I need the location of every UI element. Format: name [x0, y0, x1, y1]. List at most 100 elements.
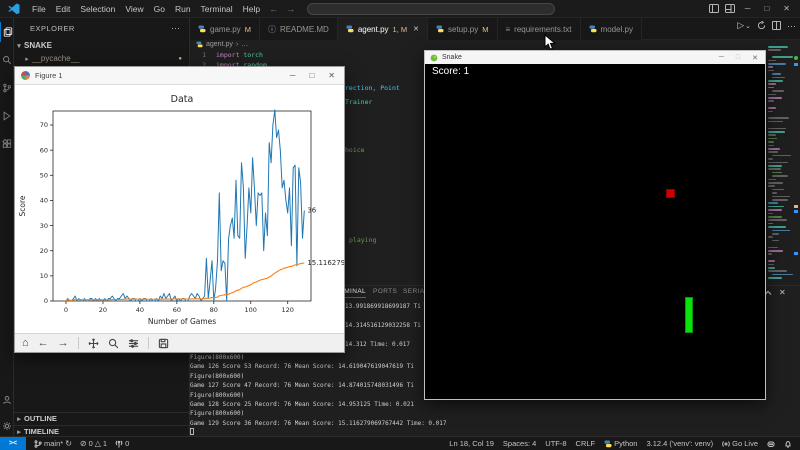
toggle-panel-icon[interactable]	[709, 4, 719, 13]
minimap-line	[768, 148, 780, 150]
back-icon[interactable]: ←	[38, 338, 49, 349]
ruler-mark-yellow	[794, 205, 798, 208]
menu-run[interactable]: Run	[170, 4, 196, 14]
nav-back-icon[interactable]: ←	[265, 4, 282, 14]
minimap-line	[768, 250, 783, 252]
more-actions-icon[interactable]: ···	[787, 21, 796, 31]
minimap-line	[768, 219, 787, 221]
window-minimize-button[interactable]: ─	[741, 4, 755, 13]
tab-agent-py[interactable]: agent.py 1, M ✕	[338, 18, 428, 40]
python-icon	[604, 440, 612, 448]
minimap-line	[768, 117, 789, 119]
window-maximize-button[interactable]: □	[760, 4, 773, 13]
command-center[interactable]	[307, 3, 555, 15]
sidebar-item-snake-root[interactable]: ▾ SNAKE	[14, 39, 190, 52]
snake-minimize-button[interactable]: ─	[719, 54, 724, 62]
figure-minimize-button[interactable]: ─	[290, 71, 296, 80]
tab-game-py[interactable]: game.py M	[190, 18, 260, 40]
tab-readme-md[interactable]: ⓘ README.MD	[260, 18, 338, 40]
snake-close-button[interactable]: ✕	[752, 54, 758, 62]
text-file-icon: ≡	[506, 25, 511, 34]
settings-gear-icon[interactable]	[0, 416, 14, 436]
nav-forward-icon[interactable]: →	[282, 4, 299, 14]
minimap-line	[772, 233, 779, 235]
indentation-item[interactable]: Spaces: 4	[503, 439, 536, 448]
eol-item[interactable]: CRLF	[576, 439, 596, 448]
source-control-icon[interactable]	[0, 78, 14, 98]
minimap-line	[772, 77, 785, 79]
ports-item[interactable]: 0	[115, 439, 129, 448]
chart-area: 020406080100120010203040506070DataNumber…	[15, 85, 344, 333]
svg-text:0: 0	[64, 306, 68, 314]
encoding-item[interactable]: UTF-8	[545, 439, 566, 448]
window-close-button[interactable]: ✕	[779, 4, 794, 13]
explorer-more-actions-icon[interactable]: ···	[171, 23, 180, 33]
menu-terminal[interactable]: Terminal	[196, 4, 238, 14]
interpreter-label: 3.12.4 ('venv': venv)	[646, 439, 713, 448]
interpreter-item[interactable]: 3.12.4 ('venv': venv)	[646, 439, 713, 448]
minimap[interactable]	[766, 44, 792, 282]
figure-titlebar[interactable]: Figure 1 ─ □ ✕	[15, 67, 344, 85]
cursor-position-item[interactable]: Ln 18, Col 19	[449, 439, 494, 448]
code-line-1: import torch	[216, 51, 263, 59]
explorer-icon[interactable]	[0, 22, 14, 42]
broadcast-icon	[722, 440, 730, 448]
forward-icon[interactable]: →	[58, 338, 69, 349]
menu-view[interactable]: View	[120, 4, 148, 14]
account-icon[interactable]	[0, 390, 14, 410]
menu-go[interactable]: Go	[149, 4, 170, 14]
copilot-icon[interactable]	[767, 440, 775, 448]
matplotlib-figure-window[interactable]: Figure 1 ─ □ ✕ 0204060801001200102030405…	[14, 66, 345, 353]
bell-icon[interactable]	[784, 440, 792, 448]
svg-text:40: 40	[136, 306, 144, 314]
snake-game-window[interactable]: Snake ─ □ ✕ Score: 1	[424, 50, 766, 400]
zoom-icon[interactable]	[108, 338, 119, 349]
split-editor-icon[interactable]	[772, 21, 781, 30]
menu-help[interactable]: Help	[238, 4, 265, 14]
close-icon[interactable]: ✕	[413, 25, 419, 33]
home-icon[interactable]: ⌂	[22, 338, 29, 349]
terminal-line: Figure(800x600)	[190, 373, 244, 380]
customize-layout-icon[interactable]	[725, 4, 735, 13]
extensions-icon[interactable]	[0, 134, 14, 154]
problems-item[interactable]: ⊘ 0 △ 1	[80, 439, 107, 448]
breadcrumb[interactable]: agent.py › …	[196, 41, 248, 48]
minimap-line	[772, 175, 788, 177]
titlebar: File Edit Selection View Go Run Terminal…	[0, 0, 800, 18]
minimap-line	[768, 182, 783, 184]
minimap-line	[768, 226, 786, 228]
snake-maximize-button[interactable]: □	[736, 54, 740, 62]
language-mode-item[interactable]: Python	[604, 439, 637, 448]
menu-edit[interactable]: Edit	[51, 4, 76, 14]
panel-close-icon[interactable]: ✕	[779, 288, 786, 297]
tab-model-py[interactable]: model.py	[581, 18, 642, 40]
minimap-line	[772, 172, 782, 174]
svg-text:15.11627906: 15.11627906	[307, 259, 344, 267]
run-debug-icon[interactable]	[0, 106, 14, 126]
remote-indicator-button[interactable]: ><	[0, 437, 26, 450]
subplots-config-icon[interactable]	[128, 338, 139, 349]
save-icon[interactable]	[158, 338, 169, 349]
search-icon[interactable]	[0, 50, 14, 70]
figure-close-button[interactable]: ✕	[328, 71, 335, 80]
minimap-line	[768, 97, 782, 99]
minimap-line	[768, 213, 773, 215]
tab-requirements-txt[interactable]: ≡ requirements.txt	[498, 18, 581, 40]
go-live-item[interactable]: Go Live	[722, 439, 758, 448]
git-branch-item[interactable]: main* ↻	[34, 439, 72, 448]
tab-label: agent.py	[358, 25, 389, 34]
tab-setup-py[interactable]: setup.py M	[428, 18, 498, 40]
minimap-line	[772, 196, 790, 198]
run-or-debug-icon[interactable]	[757, 21, 766, 30]
outline-section[interactable]: ▸ OUTLINE	[14, 412, 190, 424]
snake-titlebar[interactable]: Snake ─ □ ✕	[425, 51, 765, 64]
run-dropdown-icon[interactable]: ⌄	[745, 22, 751, 30]
run-python-file-icon[interactable]: ▷	[737, 20, 744, 31]
menu-file[interactable]: File	[27, 4, 51, 14]
menu-selection[interactable]: Selection	[75, 4, 120, 14]
figure-maximize-button[interactable]: □	[309, 71, 314, 80]
line-col-label: Ln 18, Col 19	[449, 439, 494, 448]
minimap-line	[768, 236, 773, 238]
tab-ports[interactable]: PORTS	[373, 288, 397, 295]
pan-icon[interactable]	[88, 338, 99, 349]
